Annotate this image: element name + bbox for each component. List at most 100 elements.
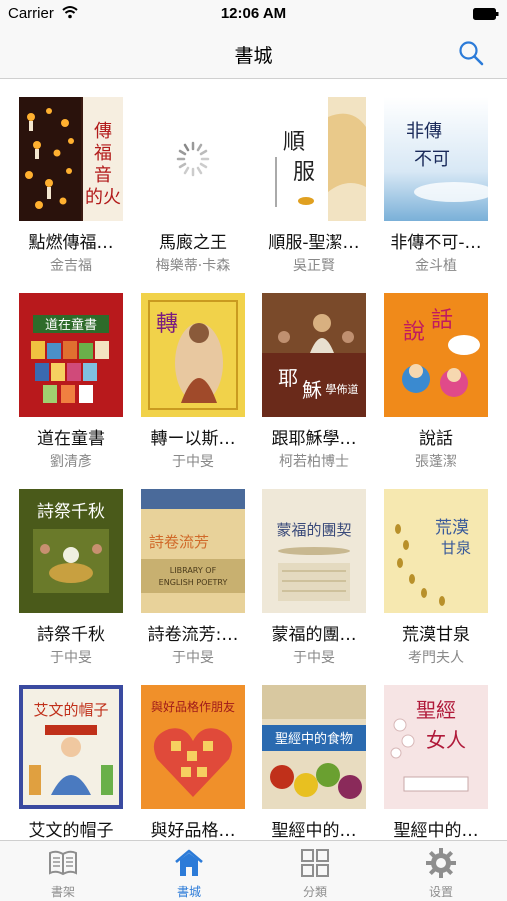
book-item[interactable]: 順 服 順服-聖潔… 吳正賢 <box>259 80 369 274</box>
book-author: 金吉福 <box>50 258 92 274</box>
svg-text:說: 說 <box>403 320 425 345</box>
tab-bookstore[interactable]: 書城 <box>126 841 252 901</box>
svg-text:福: 福 <box>94 143 112 164</box>
book-title: 聖經中的… <box>271 821 357 840</box>
book-title: 聖經中的… <box>393 821 479 840</box>
book-item[interactable]: 聖經中的食物 聖經中的… <box>259 668 369 840</box>
book-title: 與好品格… <box>150 821 236 840</box>
book-grid: 傳 福 音 的火 點燃傳福… 金吉福 馬廄之王 梅樂蒂·卡森 順 服 順服-聖潔… <box>0 80 507 840</box>
book-cover[interactable]: 轉 <box>141 293 245 417</box>
navigation-bar: 書城 <box>0 28 507 79</box>
svg-text:轉: 轉 <box>156 312 178 337</box>
page-title: 書城 <box>234 45 273 67</box>
status-bar: Carrier 12:06 AM <box>0 0 507 28</box>
book-cover-loading[interactable] <box>141 97 245 221</box>
book-cover[interactable]: 荒漠 甘泉 <box>384 489 488 613</box>
svg-text:不可: 不可 <box>414 149 450 170</box>
book-author: 于中旻 <box>172 650 214 666</box>
book-title: 順服-聖潔… <box>268 233 360 253</box>
book-item[interactable]: 詩卷流芳 LIBRARY OF ENGLISH POETRY 詩卷流芳:… 于中… <box>138 472 248 666</box>
book-title: 點燃傳福… <box>28 233 114 253</box>
svg-text:女人: 女人 <box>426 728 466 752</box>
tab-settings[interactable]: 设置 <box>378 841 504 901</box>
tab-bar: 書架 書城 分類 设置 <box>0 840 507 901</box>
book-cover[interactable]: 道在童書 <box>19 293 123 417</box>
svg-text:非傳: 非傳 <box>406 121 442 142</box>
book-cover[interactable]: 聖經 女人 <box>384 685 488 809</box>
svg-text:服: 服 <box>293 160 315 185</box>
book-title: 詩卷流芳:… <box>147 625 239 645</box>
tab-label: 分類 <box>302 885 327 899</box>
svg-text:ENGLISH POETRY: ENGLISH POETRY <box>159 578 228 587</box>
book-author: 劉清彥 <box>50 454 92 470</box>
svg-text:蒙福的團契: 蒙福的團契 <box>276 521 351 539</box>
book-item[interactable]: 傳 福 音 的火 點燃傳福… 金吉福 <box>16 80 126 274</box>
book-author: 柯若柏博士 <box>279 454 349 470</box>
book-author: 考門夫人 <box>408 650 464 666</box>
book-item[interactable]: 說 話 說話 張蓬潔 <box>381 276 491 470</box>
svg-text:耶: 耶 <box>278 366 298 390</box>
book-cover[interactable]: 非傳 不可 <box>384 97 488 221</box>
book-item[interactable]: 馬廄之王 梅樂蒂·卡森 <box>138 80 248 274</box>
svg-text:順: 順 <box>283 130 305 155</box>
svg-text:詩卷流芳: 詩卷流芳 <box>149 533 209 551</box>
book-cover[interactable]: 詩祭千秋 <box>19 489 123 613</box>
book-item[interactable]: 道在童書 道在童書 劉清彥 <box>16 276 126 470</box>
svg-text:的火: 的火 <box>85 187 121 208</box>
book-cover[interactable]: 聖經中的食物 <box>262 685 366 809</box>
book-title: 跟耶穌學… <box>271 429 357 449</box>
book-item[interactable]: 非傳 不可 非傳不可-… 金斗植 <box>381 80 491 274</box>
book-title: 說話 <box>419 429 453 449</box>
book-author: 梅樂蒂·卡森 <box>155 258 231 274</box>
svg-text:道在童書: 道在童書 <box>45 317 97 333</box>
svg-text:穌: 穌 <box>302 378 322 402</box>
book-author: 吳正賢 <box>293 258 335 274</box>
book-item[interactable]: 與好品格作朋友 與好品格… <box>138 668 248 840</box>
book-item[interactable]: 蒙福的團契 蒙福的團… 于中旻 <box>259 472 369 666</box>
book-item[interactable]: 荒漠 甘泉 荒漠甘泉 考門夫人 <box>381 472 491 666</box>
tab-bookshelf[interactable]: 書架 <box>0 841 126 901</box>
book-title: 詩祭千秋 <box>37 625 105 645</box>
book-author: 于中旻 <box>293 650 335 666</box>
svg-text:詩祭千秋: 詩祭千秋 <box>37 502 105 522</box>
svg-text:與好品格作朋友: 與好品格作朋友 <box>151 699 235 714</box>
book-cover[interactable]: 傳 福 音 的火 <box>19 97 123 221</box>
book-item[interactable]: 聖經 女人 聖經中的… <box>381 668 491 840</box>
book-cover[interactable]: 詩卷流芳 LIBRARY OF ENGLISH POETRY <box>141 489 245 613</box>
svg-text:艾文的帽子: 艾文的帽子 <box>33 701 108 719</box>
gear-icon <box>426 848 456 878</box>
book-title: 馬廄之王 <box>159 233 227 253</box>
book-item[interactable]: 艾文的帽子 艾文的帽子 <box>16 668 126 840</box>
svg-text:學佈道: 學佈道 <box>326 382 359 396</box>
svg-text:荒漠: 荒漠 <box>435 518 469 538</box>
battery-icon <box>473 8 499 20</box>
svg-text:傳: 傳 <box>94 121 112 142</box>
book-cover[interactable]: 艾文的帽子 <box>19 685 123 809</box>
book-cover[interactable]: 與好品格作朋友 <box>141 685 245 809</box>
book-title: 轉ー以斯… <box>150 429 236 449</box>
clock: 12:06 AM <box>220 5 287 22</box>
book-title: 蒙福的團… <box>271 625 357 645</box>
loading-spinner-icon <box>141 97 245 221</box>
book-cover[interactable]: 耶 穌 學佈道 <box>262 293 366 417</box>
book-cover[interactable]: 蒙福的團契 <box>262 489 366 613</box>
book-item[interactable]: 轉 轉ー以斯… 于中旻 <box>138 276 248 470</box>
svg-text:音: 音 <box>94 165 112 186</box>
book-author: 張蓬潔 <box>415 454 457 470</box>
svg-text:LIBRARY OF: LIBRARY OF <box>170 566 217 575</box>
tab-categories[interactable]: 分類 <box>252 841 378 901</box>
book-author: 于中旻 <box>172 454 214 470</box>
book-title: 艾文的帽子 <box>28 821 114 840</box>
tab-label: 書架 <box>50 885 75 899</box>
book-cover[interactable]: 說 話 <box>384 293 488 417</box>
book-title: 荒漠甘泉 <box>402 625 470 645</box>
book-author: 于中旻 <box>50 650 92 666</box>
svg-text:聖經中的食物: 聖經中的食物 <box>275 731 353 747</box>
book-cover[interactable]: 順 服 <box>262 97 366 221</box>
tab-label: 書城 <box>176 885 201 899</box>
search-icon[interactable] <box>458 40 484 66</box>
svg-text:話: 話 <box>431 308 453 333</box>
book-item[interactable]: 詩祭千秋 詩祭千秋 于中旻 <box>16 472 126 666</box>
svg-text:甘泉: 甘泉 <box>441 539 471 557</box>
book-item[interactable]: 耶 穌 學佈道 跟耶穌學… 柯若柏博士 <box>259 276 369 470</box>
